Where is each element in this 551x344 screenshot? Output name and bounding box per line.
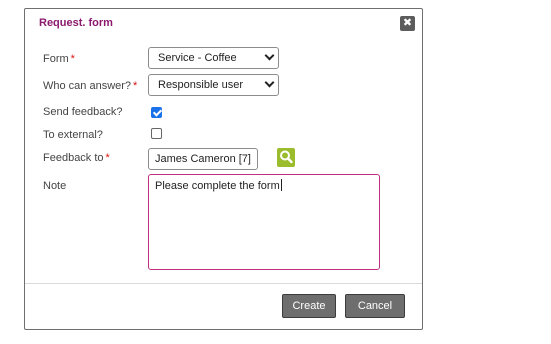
note-text: Please complete the form xyxy=(155,180,280,192)
close-button[interactable]: ✖ xyxy=(400,16,415,31)
cancel-button[interactable]: Cancel xyxy=(345,294,405,318)
chevron-down-icon xyxy=(264,50,275,61)
who-can-answer-select-value: Responsible user xyxy=(158,79,243,91)
search-icon xyxy=(280,150,293,164)
required-mark: * xyxy=(105,152,110,164)
to-external-label: To external? xyxy=(43,129,103,141)
footer-divider xyxy=(25,283,422,284)
to-external-checkbox[interactable] xyxy=(151,128,162,139)
search-button[interactable] xyxy=(277,148,295,167)
request-form-dialog: Request. form ✖ Form * Service - Coffee W… xyxy=(24,8,423,330)
feedback-to-label-text: Feedback to xyxy=(43,152,104,164)
feedback-to-input[interactable]: James Cameron [7] xyxy=(148,148,258,170)
required-mark: * xyxy=(70,53,75,65)
send-feedback-checkbox[interactable] xyxy=(151,107,162,118)
chevron-down-icon xyxy=(264,77,275,88)
who-can-answer-label: Who can answer? * xyxy=(43,80,137,92)
create-button[interactable]: Create xyxy=(282,294,336,318)
form-select[interactable]: Service - Coffee xyxy=(148,47,279,69)
form-label: Form * xyxy=(43,53,75,65)
required-mark: * xyxy=(133,80,138,92)
dialog-title: Request. form xyxy=(39,17,113,29)
send-feedback-label: Send feedback? xyxy=(43,106,123,118)
text-caret xyxy=(280,179,282,191)
note-label: Note xyxy=(43,180,67,192)
who-can-answer-select[interactable]: Responsible user xyxy=(148,74,279,96)
feedback-to-label: Feedback to * xyxy=(43,152,110,164)
who-can-answer-label-text: Who can answer? xyxy=(43,80,132,92)
close-icon: ✖ xyxy=(402,17,413,29)
form-label-text: Form xyxy=(43,53,69,65)
form-select-value: Service - Coffee xyxy=(158,52,237,64)
note-textarea[interactable]: Please complete the form xyxy=(148,174,380,270)
